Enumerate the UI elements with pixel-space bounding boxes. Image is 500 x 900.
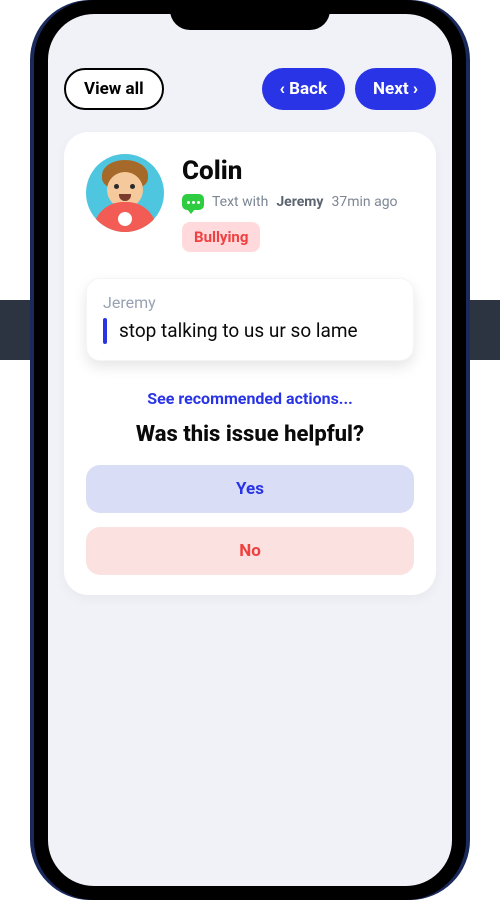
issue-header-info: Colin Text with Jeremy 37min ago Bullyin… [182,154,414,252]
issue-card: Colin Text with Jeremy 37min ago Bullyin… [64,132,436,595]
view-all-button[interactable]: View all [64,68,164,110]
next-button[interactable]: Next › [355,68,436,110]
avatar [86,154,164,232]
feedback-no-button[interactable]: No [86,527,414,575]
back-button-label: Back [289,79,327,99]
chevron-right-icon: › [409,79,418,99]
context-prefix: Text with [212,194,268,210]
chevron-left-icon: ‹ [280,79,290,99]
context-time: 37min ago [331,194,397,210]
issue-header: Colin Text with Jeremy 37min ago Bullyin… [86,154,414,252]
context-row: Text with Jeremy 37min ago [182,194,414,210]
feedback-yes-button[interactable]: Yes [86,465,414,513]
chat-icon [182,194,204,210]
back-button[interactable]: ‹ Back [262,68,346,110]
quote-bar [103,318,107,344]
child-name: Colin [182,156,414,186]
phone-notch [170,0,330,30]
recommended-actions-link[interactable]: See recommended actions... [86,389,414,408]
phone-frame: View all ‹ Back Next › [34,0,466,900]
top-bar: View all ‹ Back Next › [64,68,436,110]
category-tag: Bullying [182,222,260,252]
message-block: Jeremy stop talking to us ur so lame [86,278,414,361]
message-text: stop talking to us ur so lame [119,318,358,344]
feedback-question: Was this issue helpful? [86,422,414,447]
app-screen: View all ‹ Back Next › [48,14,452,886]
context-contact: Jeremy [276,194,323,210]
next-button-label: Next [373,79,409,99]
message-sender: Jeremy [103,293,397,312]
